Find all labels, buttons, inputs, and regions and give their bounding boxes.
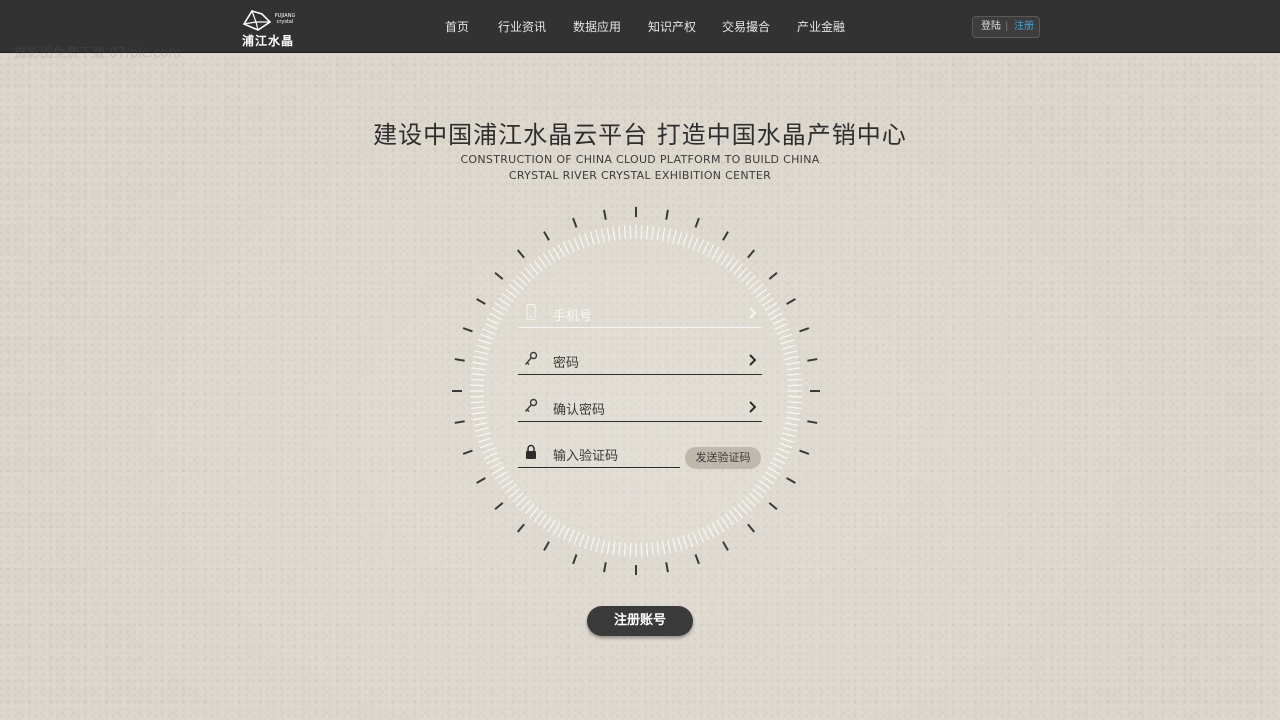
dial-outer-tick xyxy=(665,209,669,220)
top-navigation-bar: PUJIANG crystal 浦江水晶 首页 行业资讯 数据应用 知识产权 交… xyxy=(0,0,1280,53)
dial-outer-tick xyxy=(462,327,473,333)
dial-outer-tick xyxy=(572,554,578,565)
nav-item-home[interactable]: 首页 xyxy=(445,18,469,35)
dial-outer-tick xyxy=(603,562,607,573)
dial-outer-tick xyxy=(516,523,525,533)
main-nav: 首页 行业资讯 数据应用 知识产权 交易撮合 产业金融 xyxy=(0,0,1280,52)
dial-outer-tick xyxy=(476,477,486,484)
dial-outer-tick xyxy=(722,541,729,551)
dial-outer-tick xyxy=(768,271,778,280)
dial-outer-tick xyxy=(454,420,465,424)
register-account-button[interactable]: 注册账号 xyxy=(587,606,693,636)
password-placeholder: 密码 xyxy=(553,356,580,371)
dial-outer-tick xyxy=(572,217,578,228)
dial-outer-tick xyxy=(516,249,525,259)
subtitle-line-2: CRYSTAL RIVER CRYSTAL EXHIBITION CENTER xyxy=(508,169,772,182)
chevron-right-icon[interactable] xyxy=(748,401,756,413)
subtitle-line-1: CONSTRUCTION OF CHINA CLOUD PLATFORM TO … xyxy=(460,153,820,166)
key-icon xyxy=(524,351,538,365)
nav-item-trade[interactable]: 交易撮合 xyxy=(722,18,770,35)
dial-outer-tick xyxy=(543,231,550,241)
password-field[interactable]: 密码 xyxy=(518,348,762,375)
dial-outer-tick xyxy=(462,449,473,455)
phone-icon xyxy=(526,304,536,320)
page-title: 建设中国浦江水晶云平台 打造中国水晶产销中心 xyxy=(373,121,907,149)
nav-item-ip[interactable]: 知识产权 xyxy=(648,18,696,35)
auth-separator: | xyxy=(1005,21,1009,32)
dial-outer-tick xyxy=(476,298,486,305)
dial-outer-tick xyxy=(747,249,756,259)
nav-item-finance[interactable]: 产业金融 xyxy=(797,18,845,35)
phone-field[interactable]: 手机号 xyxy=(518,301,762,328)
dial-outer-tick xyxy=(786,298,796,305)
nav-item-data-apps[interactable]: 数据应用 xyxy=(573,18,621,35)
phone-placeholder: 手机号 xyxy=(553,309,593,324)
lock-icon xyxy=(526,444,536,459)
dial-outer-tick xyxy=(694,217,700,228)
dial-outer-tick xyxy=(799,327,810,333)
dial-decoration xyxy=(452,207,820,575)
dial-outer-tick xyxy=(694,554,700,565)
chevron-right-icon[interactable] xyxy=(748,307,756,319)
dial-outer-tick xyxy=(494,271,504,280)
dial-outer-tick xyxy=(543,541,550,551)
dial-outer-tick xyxy=(665,562,669,573)
verification-code-field[interactable]: 输入验证码 xyxy=(518,441,680,468)
nav-item-industry-news[interactable]: 行业资讯 xyxy=(498,18,546,35)
dial-outer-tick xyxy=(807,358,818,362)
dial-outer-tick xyxy=(807,420,818,424)
dial-outer-tick xyxy=(454,358,465,362)
chevron-right-icon[interactable] xyxy=(748,354,756,366)
dial-inner-fill xyxy=(476,231,796,551)
dial-outer-tick xyxy=(799,449,810,455)
watermark-text: 摄影图免费下载 07/pic.com xyxy=(14,46,181,61)
login-link[interactable]: 登陆 xyxy=(981,17,1001,37)
confirm-password-field[interactable]: 确认密码 xyxy=(518,395,762,422)
dial-outer-tick xyxy=(603,209,607,220)
auth-links: 登陆 | 注册 xyxy=(972,16,1040,38)
page-subtitle: CONSTRUCTION OF CHINA CLOUD PLATFORM TO … xyxy=(0,152,1280,184)
key-icon xyxy=(524,398,538,412)
verification-code-placeholder: 输入验证码 xyxy=(553,449,619,464)
dial-outer-tick xyxy=(747,523,756,533)
confirm-password-placeholder: 确认密码 xyxy=(553,403,606,418)
dial-outer-tick xyxy=(786,477,796,484)
dial-outer-tick xyxy=(722,231,729,241)
dial-outer-tick xyxy=(494,502,504,511)
register-link[interactable]: 注册 xyxy=(1014,17,1034,37)
send-code-button[interactable]: 发送验证码 xyxy=(685,447,761,469)
dial-outer-tick xyxy=(768,502,778,511)
